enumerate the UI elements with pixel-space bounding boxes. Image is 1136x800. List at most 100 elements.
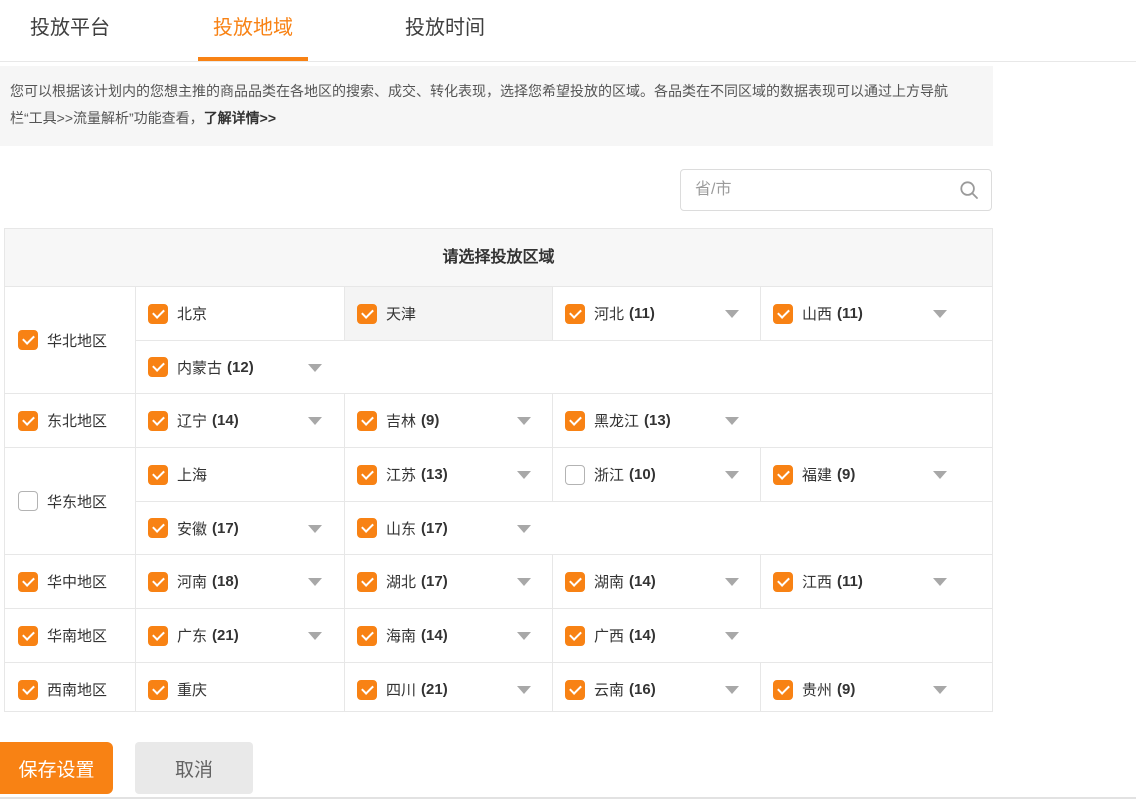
province-checkbox[interactable] xyxy=(565,572,585,592)
expand-cities-arrow-icon[interactable] xyxy=(933,310,947,318)
province-cell[interactable]: 河南(18) xyxy=(136,555,344,608)
province-subrow: 广东(21)海南(14)广西(14) xyxy=(136,609,992,662)
expand-cities-arrow-icon[interactable] xyxy=(725,686,739,694)
expand-cities-arrow-icon[interactable] xyxy=(517,578,531,586)
tab-time[interactable]: 投放时间 xyxy=(405,0,485,61)
province-cell[interactable]: 贵州(9) xyxy=(760,663,992,712)
region-group-cell[interactable]: 华东地区 xyxy=(5,448,136,554)
province-cell[interactable]: 重庆 xyxy=(136,663,344,712)
cancel-button[interactable]: 取消 xyxy=(135,742,253,794)
expand-cities-arrow-icon[interactable] xyxy=(933,578,947,586)
province-cell[interactable]: 海南(14) xyxy=(344,609,552,662)
expand-cities-arrow-icon[interactable] xyxy=(725,632,739,640)
region-group-cell[interactable]: 华中地区 xyxy=(5,555,136,608)
province-cell[interactable]: 黑龙江(13) xyxy=(552,394,760,447)
province-checkbox[interactable] xyxy=(357,518,377,538)
province-cell[interactable]: 福建(9) xyxy=(760,448,992,501)
expand-cities-arrow-icon[interactable] xyxy=(308,525,322,533)
region-group-cell[interactable]: 华南地区 xyxy=(5,609,136,662)
province-checkbox[interactable] xyxy=(148,304,168,324)
province-cell[interactable]: 山东(17) xyxy=(344,502,552,554)
tab-bar: 投放平台 投放地域 投放时间 xyxy=(0,0,1136,62)
province-checkbox[interactable] xyxy=(357,411,377,431)
province-cell[interactable]: 吉林(9) xyxy=(344,394,552,447)
province-label: 河北 xyxy=(594,303,624,324)
expand-cities-arrow-icon[interactable] xyxy=(308,417,322,425)
province-cell[interactable]: 内蒙古(12) xyxy=(136,341,344,393)
city-count: (9) xyxy=(837,466,855,483)
province-cell[interactable]: 四川(21) xyxy=(344,663,552,712)
province-checkbox[interactable] xyxy=(148,572,168,592)
province-cell[interactable]: 江西(11) xyxy=(760,555,992,608)
province-checkbox[interactable] xyxy=(148,518,168,538)
province-cell[interactable]: 湖北(17) xyxy=(344,555,552,608)
search-icon[interactable] xyxy=(959,180,979,200)
expand-cities-arrow-icon[interactable] xyxy=(933,686,947,694)
province-checkbox[interactable] xyxy=(148,411,168,431)
province-checkbox[interactable] xyxy=(773,680,793,700)
province-cell[interactable]: 天津 xyxy=(344,287,552,340)
province-cell[interactable]: 辽宁(14) xyxy=(136,394,344,447)
province-cell[interactable]: 上海 xyxy=(136,448,344,501)
expand-cities-arrow-icon[interactable] xyxy=(725,417,739,425)
expand-cities-arrow-icon[interactable] xyxy=(517,686,531,694)
save-settings-button[interactable]: 保存设置 xyxy=(0,742,113,794)
expand-cities-arrow-icon[interactable] xyxy=(308,578,322,586)
expand-cities-arrow-icon[interactable] xyxy=(308,364,322,372)
tab-region[interactable]: 投放地域 xyxy=(213,0,293,61)
expand-cities-arrow-icon[interactable] xyxy=(517,471,531,479)
province-cell[interactable]: 湖南(14) xyxy=(552,555,760,608)
province-label: 广东 xyxy=(177,625,207,646)
region-checkbox[interactable] xyxy=(18,411,38,431)
province-label: 吉林 xyxy=(386,410,416,431)
province-checkbox[interactable] xyxy=(148,465,168,485)
province-cell[interactable]: 北京 xyxy=(136,287,344,340)
province-checkbox[interactable] xyxy=(565,626,585,646)
province-checkbox[interactable] xyxy=(773,465,793,485)
region-checkbox[interactable] xyxy=(18,330,38,350)
province-cell[interactable]: 广西(14) xyxy=(552,609,760,662)
province-checkbox[interactable] xyxy=(148,680,168,700)
region-group-cell[interactable]: 华北地区 xyxy=(5,287,136,393)
region-group-cell[interactable]: 东北地区 xyxy=(5,394,136,447)
province-cell[interactable]: 浙江(10) xyxy=(552,448,760,501)
province-checkbox[interactable] xyxy=(565,680,585,700)
region-checkbox[interactable] xyxy=(18,626,38,646)
province-cell[interactable]: 山西(11) xyxy=(760,287,992,340)
expand-cities-arrow-icon[interactable] xyxy=(308,632,322,640)
province-cell[interactable]: 江苏(13) xyxy=(344,448,552,501)
region-checkbox[interactable] xyxy=(18,491,38,511)
tab-platform[interactable]: 投放平台 xyxy=(30,0,110,61)
region-group-cell[interactable]: 西南地区 xyxy=(5,663,136,712)
province-checkbox[interactable] xyxy=(357,572,377,592)
expand-cities-arrow-icon[interactable] xyxy=(933,471,947,479)
province-checkbox[interactable] xyxy=(357,465,377,485)
expand-cities-arrow-icon[interactable] xyxy=(725,471,739,479)
city-count: (14) xyxy=(212,412,239,429)
region-checkbox[interactable] xyxy=(18,680,38,700)
province-cell[interactable]: 安徽(17) xyxy=(136,502,344,554)
province-checkbox[interactable] xyxy=(148,626,168,646)
expand-cities-arrow-icon[interactable] xyxy=(517,525,531,533)
region-checkbox[interactable] xyxy=(18,572,38,592)
province-checkbox[interactable] xyxy=(565,304,585,324)
region-table-body: 华北地区北京天津河北(11)山西(11)内蒙古(12)东北地区辽宁(14)吉林(… xyxy=(5,287,992,712)
province-cell[interactable]: 云南(16) xyxy=(552,663,760,712)
province-cell[interactable]: 广东(21) xyxy=(136,609,344,662)
search-input[interactable] xyxy=(681,170,951,210)
expand-cities-arrow-icon[interactable] xyxy=(517,417,531,425)
info-details-link[interactable]: 了解详情>> xyxy=(204,110,276,126)
province-checkbox[interactable] xyxy=(357,626,377,646)
province-checkbox[interactable] xyxy=(565,465,585,485)
province-checkbox[interactable] xyxy=(148,357,168,377)
province-label: 重庆 xyxy=(177,679,207,700)
province-checkbox[interactable] xyxy=(357,304,377,324)
province-checkbox[interactable] xyxy=(357,680,377,700)
province-cell[interactable]: 河北(11) xyxy=(552,287,760,340)
expand-cities-arrow-icon[interactable] xyxy=(517,632,531,640)
province-checkbox[interactable] xyxy=(773,304,793,324)
province-checkbox[interactable] xyxy=(773,572,793,592)
expand-cities-arrow-icon[interactable] xyxy=(725,578,739,586)
province-checkbox[interactable] xyxy=(565,411,585,431)
expand-cities-arrow-icon[interactable] xyxy=(725,310,739,318)
